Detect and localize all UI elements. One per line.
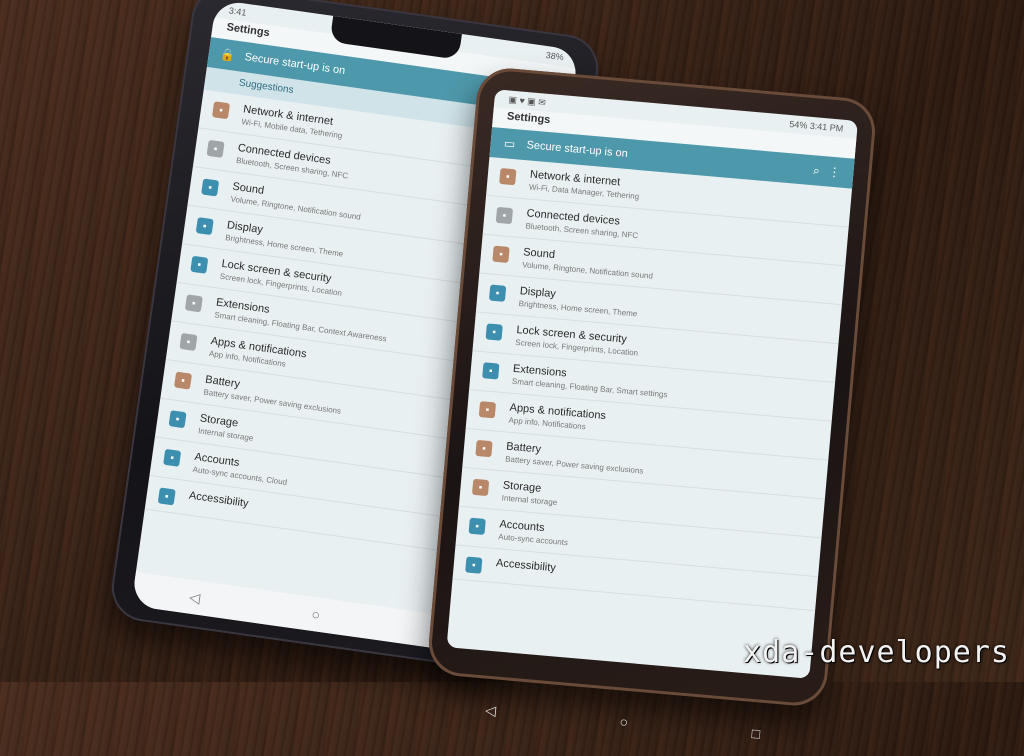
storage-icon: ▪: [168, 410, 187, 429]
settings-item-text: Apps & notifications App info, Notificati…: [208, 335, 307, 371]
settings-item-text: Network & internet Wi-Fi, Mobile data, Te…: [241, 103, 345, 140]
settings-item-text: Extensions Smart cleaning, Floating Bar, …: [512, 363, 669, 400]
network-icon: ▪: [211, 101, 231, 120]
accounts-icon: ▪: [163, 448, 182, 467]
settings-item-title: Accessibility: [188, 489, 250, 510]
settings-item-text: Apps & notifications App info, Notificati…: [508, 402, 606, 433]
extensions-icon: ▪: [482, 362, 500, 380]
settings-item-text: Accessibility: [187, 490, 249, 516]
status-battery: 54%: [788, 118, 808, 131]
apps-icon: ▪: [478, 401, 497, 419]
devices-icon: ▪: [495, 206, 514, 225]
lock-icon: ▭: [503, 136, 516, 152]
accessibility-icon: ▪: [157, 487, 176, 506]
extensions-icon: ▪: [184, 294, 203, 313]
settings-list: ▪ Network & internet Wi-Fi, Data Manager, …: [452, 156, 853, 612]
network-icon: ▪: [499, 167, 517, 186]
back-icon[interactable]: ◁: [485, 701, 497, 719]
status-right: 54% 3:41 PM: [789, 119, 844, 134]
home-icon[interactable]: ○: [311, 606, 322, 623]
storage-icon: ▪: [471, 478, 490, 497]
settings-item-text: Accounts Auto-sync accounts, Cloud: [192, 451, 289, 487]
sound-icon: ▪: [201, 178, 220, 197]
right-phone: ▣ ♥ ▣ ✉ 54% 3:41 PM Settings ▭ Secure st…: [426, 65, 878, 742]
settings-item-text: Network & internet Wi-Fi, Data Manager, T…: [529, 169, 641, 202]
right-phone-screen: ▣ ♥ ▣ ✉ 54% 3:41 PM Settings ▭ Secure st…: [446, 89, 858, 679]
settings-item-text: Display Brightness, Home screen, Theme: [518, 285, 639, 318]
apps-icon: ▪: [179, 332, 198, 351]
recents-icon[interactable]: □: [751, 725, 761, 742]
battery-icon: ▪: [475, 439, 493, 458]
accessibility-icon: ▪: [465, 556, 483, 574]
status-time: 3:41 PM: [809, 120, 844, 134]
settings-item-text: Battery Battery saver, Power saving exclu…: [505, 441, 645, 476]
status-battery: 38%: [545, 49, 565, 63]
suggestions-label: Suggestions: [238, 77, 295, 97]
settings-item-text: Storage Internal storage: [198, 412, 256, 443]
watermark: xda-developers: [743, 635, 1010, 670]
home-icon[interactable]: ○: [619, 713, 629, 730]
settings-item-text: Storage Internal storage: [501, 479, 558, 507]
settings-item-text: Connected devices Bluetooth, Screen shari…: [525, 207, 640, 240]
lock-icon: 🔒: [219, 46, 237, 63]
settings-item-title: Accessibility: [495, 557, 557, 575]
lock-icon: ▪: [485, 323, 503, 341]
settings-item-text: Accounts Auto-sync accounts: [498, 518, 570, 547]
navigation-bar: ◁ ○ □: [422, 687, 823, 756]
status-time: 3:41: [228, 5, 248, 18]
lock-icon: ▪: [190, 255, 209, 274]
search-icon[interactable]: ⌕: [807, 162, 826, 179]
battery-icon: ▪: [173, 371, 193, 390]
sound-icon: ▪: [492, 245, 510, 264]
status-icons: ▣ ♥ ▣ ✉: [508, 93, 547, 108]
accounts-icon: ▪: [468, 517, 486, 535]
devices-icon: ▪: [206, 139, 225, 158]
settings-item-text: Accessibility: [495, 557, 557, 580]
settings-item-text: Sound Volume, Ringtone, Notification soun…: [522, 246, 655, 280]
display-icon: ▪: [488, 284, 507, 302]
more-options-icon[interactable]: ⋮: [825, 164, 844, 180]
settings-item-text: Lock screen & security Screen lock, Finge…: [515, 324, 640, 358]
back-icon[interactable]: ◁: [188, 588, 201, 606]
display-icon: ▪: [195, 217, 214, 236]
